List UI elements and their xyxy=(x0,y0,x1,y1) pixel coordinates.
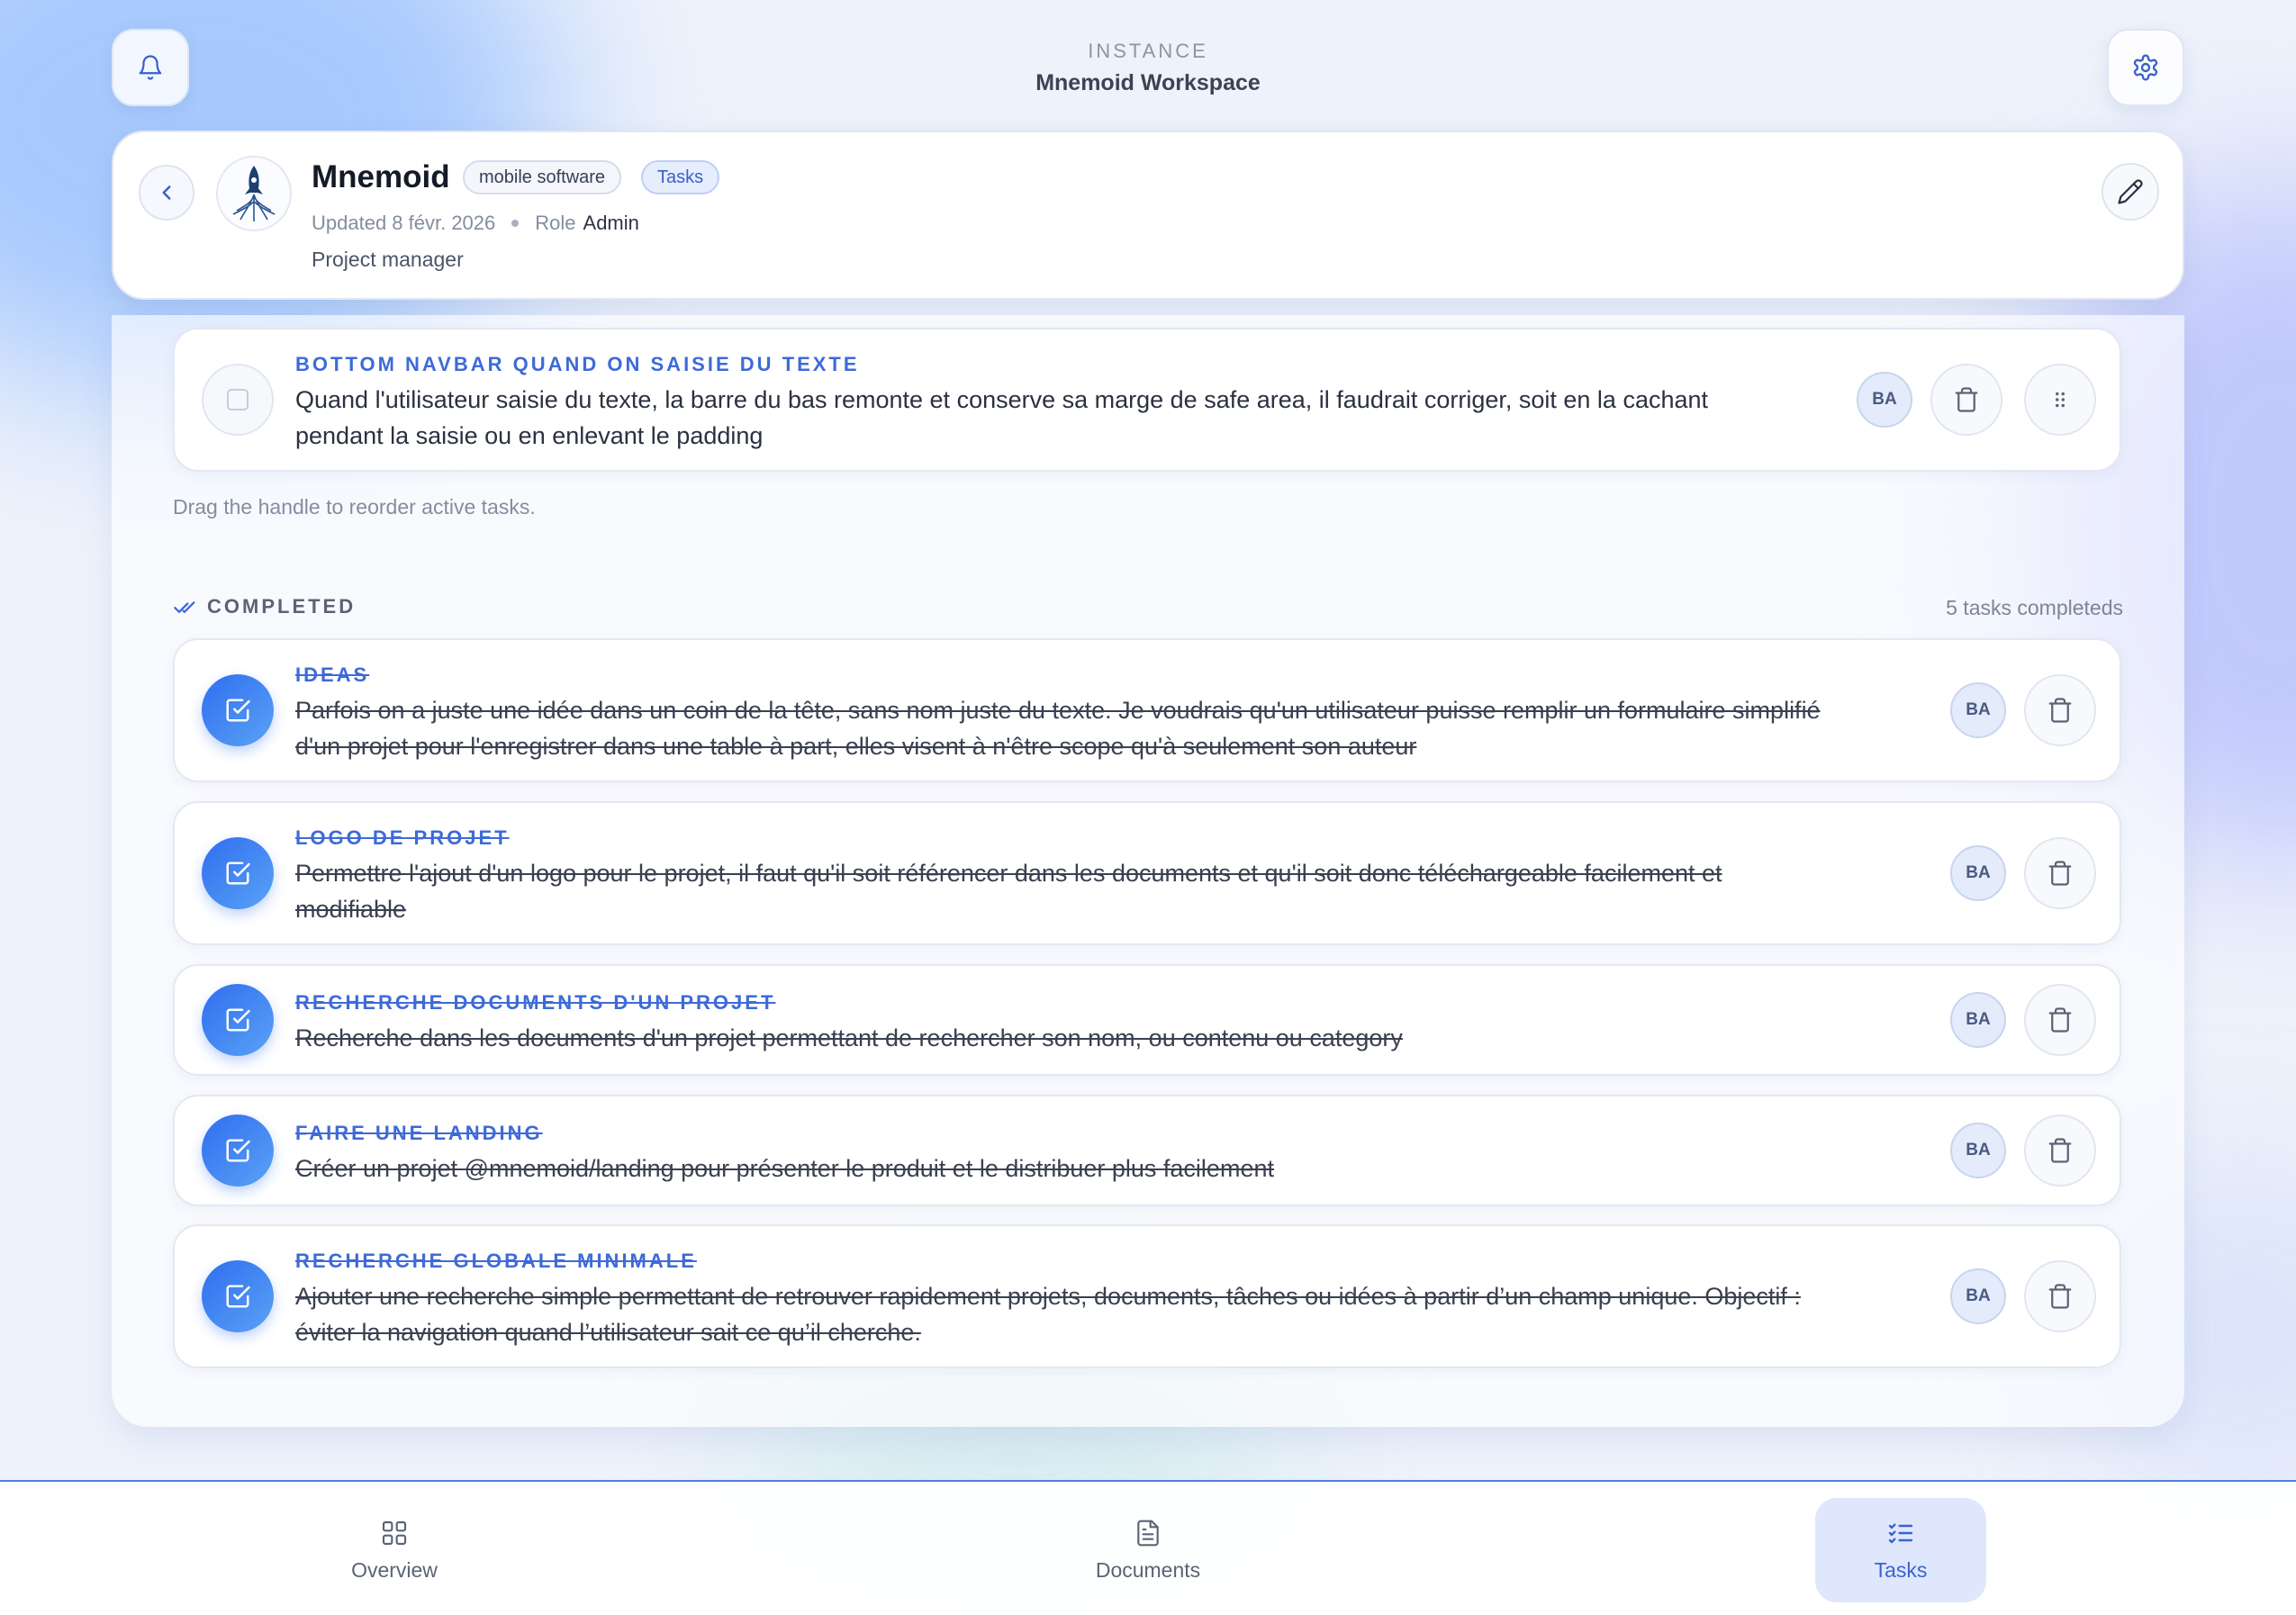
completed-section-header: COMPLETED xyxy=(173,594,356,619)
section-chip: Tasks xyxy=(641,160,720,194)
task-description-line: éviter la navigation quand l’utilisateur… xyxy=(295,1319,921,1346)
instance-header: INSTANCE Mnemoid Workspace xyxy=(0,40,2296,96)
task-title: RECHERCHE GLOBALE MINIMALE xyxy=(295,1250,697,1272)
back-button[interactable] xyxy=(139,165,194,221)
checkbox-empty-icon xyxy=(227,389,249,411)
assignee-avatar[interactable]: BA xyxy=(1857,372,1912,428)
nav-tasks-label: Tasks xyxy=(1874,1557,1928,1582)
trash-icon xyxy=(2048,698,2072,723)
task-description: Quand l'utilisateur saisie du texte, la … xyxy=(295,382,1708,454)
task-checkbox-checked[interactable] xyxy=(202,674,274,746)
assignee-avatar[interactable]: BA xyxy=(1950,1123,2006,1178)
grid-icon xyxy=(382,1520,407,1545)
delete-task-button[interactable] xyxy=(2024,674,2096,746)
task-description: Parfois on a juste une idée dans un coin… xyxy=(295,692,1821,764)
delete-task-button[interactable] xyxy=(1930,364,2002,436)
delete-task-button[interactable] xyxy=(2024,984,2096,1056)
task-description-line: modifiable xyxy=(295,896,407,923)
task-title: IDEAS xyxy=(295,663,370,686)
rocket-tree-logo-icon xyxy=(232,166,276,221)
drag-handle-button[interactable] xyxy=(2024,364,2096,436)
delete-task-button[interactable] xyxy=(2024,1260,2096,1332)
tasks-panel: BOTTOM NAVBAR QUAND ON SAISIE DU TEXTE Q… xyxy=(112,315,2184,1427)
role-value: Admin xyxy=(583,212,639,234)
assignee-avatar[interactable]: BA xyxy=(1950,1268,2006,1324)
project-title: Mnemoid xyxy=(312,159,450,194)
project-header-card: Mnemoid mobile software Tasks Updated 8 … xyxy=(112,131,2184,300)
task-description-line: Permettre l'ajout d'un logo pour le proj… xyxy=(295,860,1722,887)
settings-button[interactable] xyxy=(2107,29,2184,106)
task-title: RECHERCHE DOCUMENTS D'UN PROJET xyxy=(295,991,776,1014)
project-meta: Updated 8 févr. 2026 Role Admin xyxy=(312,212,639,235)
task-checkbox-checked[interactable] xyxy=(202,1114,274,1186)
trash-icon xyxy=(2048,861,2072,886)
assignee-avatar[interactable]: BA xyxy=(1950,845,2006,901)
task-description: Créer un projet @mnemoid/landing pour pr… xyxy=(295,1150,1274,1186)
checkbox-checked-icon xyxy=(226,1285,250,1308)
project-logo xyxy=(216,156,292,231)
nav-documents-label: Documents xyxy=(1095,1557,1201,1582)
task-description-line: Créer un projet @mnemoid/landing pour pr… xyxy=(295,1155,1274,1182)
nav-documents[interactable]: Documents xyxy=(1062,1498,1234,1602)
assignee-avatar[interactable]: BA xyxy=(1950,682,2006,738)
document-icon xyxy=(1137,1520,1159,1546)
role-subtitle: Project manager xyxy=(312,248,464,271)
delete-task-button[interactable] xyxy=(2024,837,2096,909)
updated-date: Updated 8 févr. 2026 xyxy=(312,212,496,234)
task-description-line: pendant la saisie ou en enlevant le padd… xyxy=(295,422,764,449)
pencil-icon xyxy=(2118,179,2143,204)
completed-task-card[interactable]: RECHERCHE GLOBALE MINIMALE Ajouter une r… xyxy=(173,1224,2121,1368)
double-check-icon xyxy=(174,601,195,613)
completed-task-card[interactable]: IDEAS Parfois on a juste une idée dans u… xyxy=(173,638,2121,782)
task-description-line: Recherche dans les documents d'un projet… xyxy=(295,1024,1403,1051)
task-description-line: d'un projet pour l'enregistrer dans une … xyxy=(295,733,1417,760)
completed-label: COMPLETED xyxy=(207,595,357,618)
completed-task-card[interactable]: FAIRE UNE LANDING Créer un projet @mnemo… xyxy=(173,1095,2121,1206)
task-title: LOGO DE PROJET xyxy=(295,826,510,849)
category-chip: mobile software xyxy=(463,160,622,194)
task-description-line: Parfois on a juste une idée dans un coin… xyxy=(295,697,1821,724)
task-checkbox-checked[interactable] xyxy=(202,984,274,1056)
checkbox-checked-icon xyxy=(226,1008,250,1032)
checkbox-checked-icon xyxy=(226,699,250,722)
bottom-navigation: Overview Documents Tasks xyxy=(0,1480,2296,1615)
completed-task-card[interactable]: RECHERCHE DOCUMENTS D'UN PROJET Recherch… xyxy=(173,964,2121,1076)
instance-label: INSTANCE xyxy=(1088,40,1208,62)
tasks-list-icon xyxy=(1888,1522,1913,1543)
trash-icon xyxy=(2048,1284,2072,1309)
nav-overview-label: Overview xyxy=(351,1557,438,1582)
task-checkbox[interactable] xyxy=(202,364,274,436)
reorder-hint: Drag the handle to reorder active tasks. xyxy=(173,495,536,519)
gear-icon xyxy=(2133,54,2158,81)
active-task-card[interactable]: BOTTOM NAVBAR QUAND ON SAISIE DU TEXTE Q… xyxy=(173,328,2121,472)
task-description: Permettre l'ajout d'un logo pour le proj… xyxy=(295,855,1722,927)
checkbox-checked-icon xyxy=(226,862,250,885)
trash-icon xyxy=(2048,1007,2072,1033)
assignee-avatar[interactable]: BA xyxy=(1950,992,2006,1048)
nav-tasks[interactable]: Tasks xyxy=(1815,1498,1986,1602)
task-checkbox-checked[interactable] xyxy=(202,837,274,909)
completed-task-card[interactable]: LOGO DE PROJET Permettre l'ajout d'un lo… xyxy=(173,801,2121,945)
trash-icon xyxy=(2048,1138,2072,1163)
task-title: FAIRE UNE LANDING xyxy=(295,1122,543,1144)
trash-icon xyxy=(1955,387,1978,412)
completed-count: 5 tasks completeds xyxy=(1946,596,2123,619)
task-description-line: Quand l'utilisateur saisie du texte, la … xyxy=(295,386,1709,413)
drag-handle-icon xyxy=(2056,392,2065,408)
task-description: Ajouter une recherche simple permettant … xyxy=(295,1278,1801,1350)
task-checkbox-checked[interactable] xyxy=(202,1260,274,1332)
instance-name: Mnemoid Workspace xyxy=(1035,70,1261,95)
meta-separator xyxy=(511,220,520,227)
nav-overview[interactable]: Overview xyxy=(309,1498,480,1602)
task-title: BOTTOM NAVBAR QUAND ON SAISIE DU TEXTE xyxy=(295,353,860,375)
task-description: Recherche dans les documents d'un projet… xyxy=(295,1020,1403,1056)
checkbox-checked-icon xyxy=(226,1139,250,1162)
chevron-left-icon xyxy=(162,185,171,200)
edit-project-button[interactable] xyxy=(2102,163,2159,221)
task-description-line: Ajouter une recherche simple permettant … xyxy=(295,1283,1801,1310)
role-label: Role xyxy=(535,212,576,234)
delete-task-button[interactable] xyxy=(2024,1114,2096,1186)
